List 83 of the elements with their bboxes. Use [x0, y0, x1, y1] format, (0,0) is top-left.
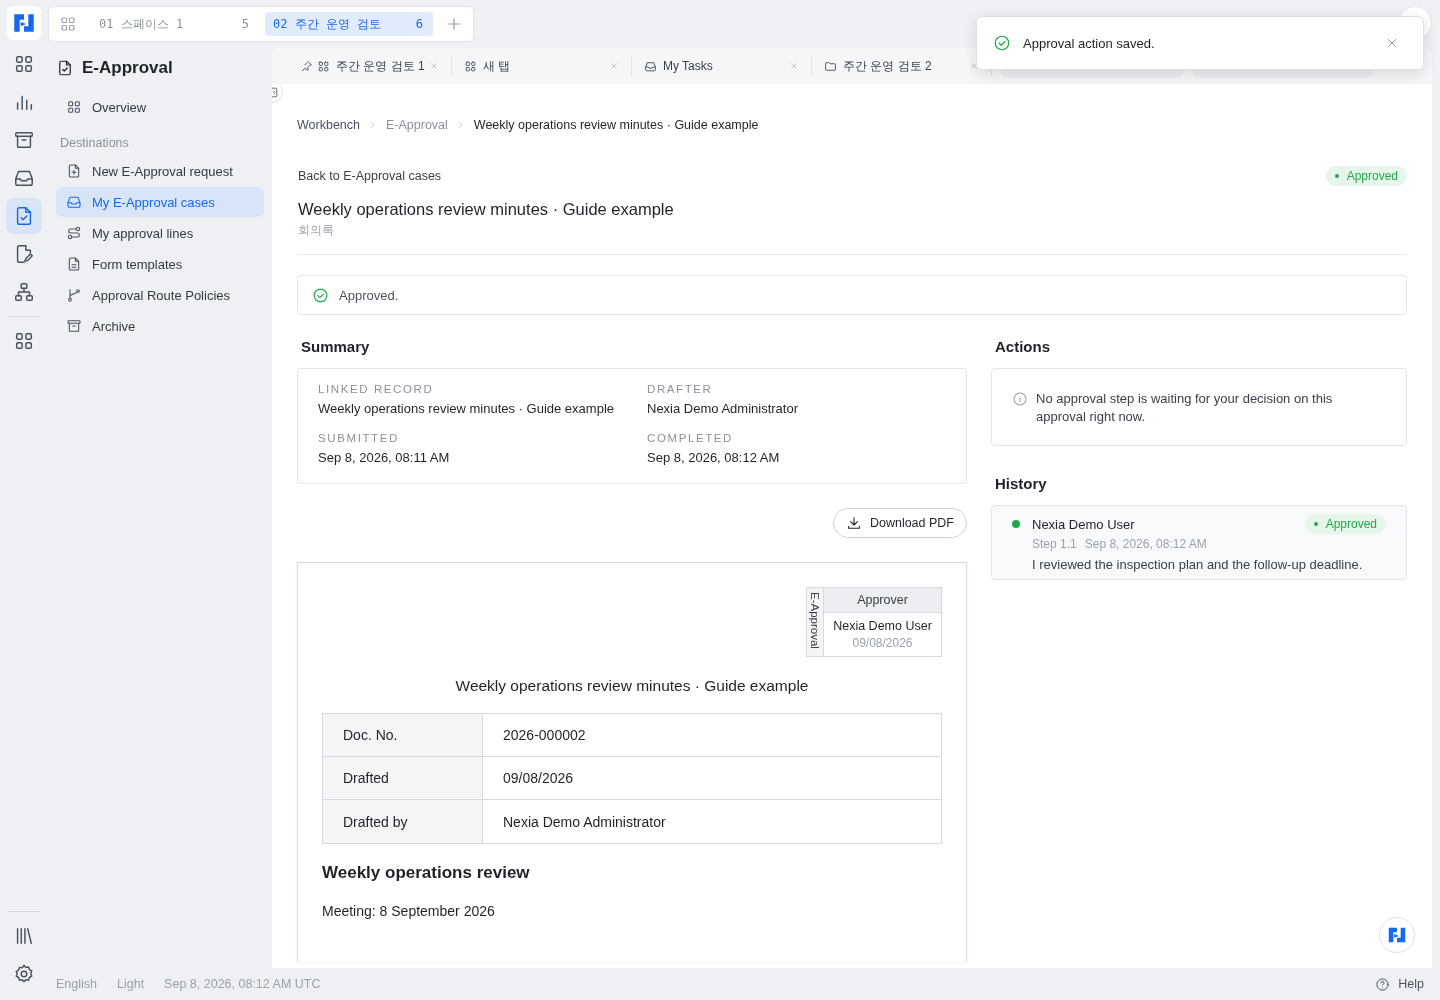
- document-tab[interactable]: My Tasks: [632, 56, 812, 76]
- sidebar-item[interactable]: Archive: [56, 311, 264, 341]
- sidebar-title: E-Approval: [82, 58, 173, 78]
- archive-box-icon: [66, 318, 82, 334]
- stamp-date: 09/08/2026: [851, 636, 914, 650]
- info-icon: [1012, 391, 1028, 407]
- check-circle-icon: [993, 34, 1011, 52]
- section-label: Destinations: [60, 136, 130, 150]
- grid-icon[interactable]: [59, 15, 77, 33]
- status-dot: [1012, 520, 1020, 528]
- document-plus-icon: [66, 163, 82, 179]
- section-title: History: [994, 474, 1048, 494]
- sidebar-item[interactable]: Form templates: [56, 249, 264, 279]
- notice-text: Approved.: [339, 287, 399, 303]
- archive-box-icon: [13, 129, 35, 151]
- branch-icon: [66, 287, 82, 303]
- help-link[interactable]: Help: [1375, 976, 1424, 992]
- back-link[interactable]: Back to E-Approval cases: [298, 169, 442, 183]
- sidebar-item[interactable]: My E-Approval cases: [56, 187, 264, 217]
- hierarchy-icon: [13, 281, 35, 303]
- section-title: Summary: [300, 337, 371, 357]
- grid-icon: [66, 99, 82, 115]
- field-value: Nexia Demo Administrator: [647, 400, 799, 418]
- breadcrumb-link[interactable]: Workbench: [297, 118, 360, 132]
- table-cell: Doc. No.: [323, 714, 483, 757]
- toast-message: Approval action saved.: [1023, 35, 1156, 51]
- field-value: Sep 8, 2026, 08:12 AM: [647, 449, 781, 467]
- grid-icon: [13, 53, 35, 75]
- field-label: COMPLETED: [647, 432, 734, 444]
- help-icon: [1375, 976, 1391, 992]
- history-name: Nexia Demo User: [1032, 516, 1136, 532]
- field-label: SUBMITTED: [318, 432, 400, 444]
- download-button[interactable]: Download PDF: [832, 508, 967, 538]
- history-time: Sep 8, 2026, 08:12 AM: [1084, 537, 1207, 551]
- page-title: Weekly operations review minutes · Guide example: [298, 200, 675, 219]
- stamp-label: E-Approval: [807, 588, 824, 656]
- document-tab[interactable]: 주간 운영 검토 1: [288, 56, 452, 76]
- sidebar-item[interactable]: Approval Route Policies: [56, 280, 264, 310]
- sidebar-item[interactable]: Overview: [56, 92, 264, 122]
- assistant-button[interactable]: [1379, 917, 1415, 953]
- settings-icon: [13, 963, 35, 985]
- inbox-icon: [66, 194, 82, 210]
- breadcrumb-current: Weekly operations review minutes · Guide example: [473, 118, 759, 132]
- table-cell: 09/08/2026: [483, 757, 941, 800]
- table-cell-text: Nexia Demo Administrator: [502, 812, 667, 832]
- sidebar-item[interactable]: New E-Approval request: [56, 156, 264, 186]
- grid-icon: [464, 59, 477, 73]
- field-label: LINKED RECORD: [318, 383, 435, 395]
- document-heading: Weekly operations review: [322, 863, 531, 883]
- check-circle-icon: [312, 286, 329, 304]
- document-tab[interactable]: 새 탭: [452, 56, 632, 76]
- document-title: Weekly operations review minutes · Guide example: [454, 677, 810, 695]
- info-text: No approval step is waiting for your decision on this approval right now.: [1036, 390, 1334, 426]
- field-value: Weekly operations review minutes · Guide example: [318, 400, 615, 418]
- grid-icon: [317, 59, 330, 73]
- status-badge: Approved: [1304, 514, 1386, 534]
- folder-icon: [824, 59, 837, 73]
- close-icon[interactable]: [1385, 36, 1399, 50]
- chevron-icon: [368, 120, 378, 130]
- table-cell: 2026-000002: [483, 714, 941, 757]
- rail-button[interactable]: [6, 198, 42, 234]
- history-comment: I reviewed the inspection plan and the follow-up deadline.: [1031, 557, 1364, 572]
- document-check-icon: [56, 59, 74, 77]
- document-text: Meeting: 8 September 2026: [322, 903, 496, 919]
- table-cell: Drafted: [323, 757, 483, 800]
- field-value: Sep 8, 2026, 08:11 AM: [318, 449, 451, 467]
- sidebar-item[interactable]: My approval lines: [56, 218, 264, 248]
- workspace-tab[interactable]: 02 주간 운영 검토 6: [265, 12, 433, 36]
- grid-icon: [13, 330, 35, 352]
- page-subtitle: 회의록: [298, 223, 335, 238]
- status-badge: Approved: [1325, 166, 1407, 186]
- stamp-name: Nexia Demo User: [832, 619, 933, 633]
- app-logo[interactable]: [7, 6, 41, 40]
- section-title: Actions: [994, 337, 1051, 357]
- document-icon: [66, 256, 82, 272]
- footer-text: Sep 8, 2026, 08:12 AM UTC: [164, 977, 321, 991]
- inbox-icon: [644, 59, 657, 73]
- download-icon: [845, 515, 862, 531]
- field-label: DRAFTER: [647, 383, 714, 395]
- route-icon: [66, 225, 82, 241]
- stamp-role: Approver: [824, 588, 941, 613]
- table-cell: Drafted by: [323, 800, 483, 843]
- history-step: Step 1.1: [1032, 537, 1077, 551]
